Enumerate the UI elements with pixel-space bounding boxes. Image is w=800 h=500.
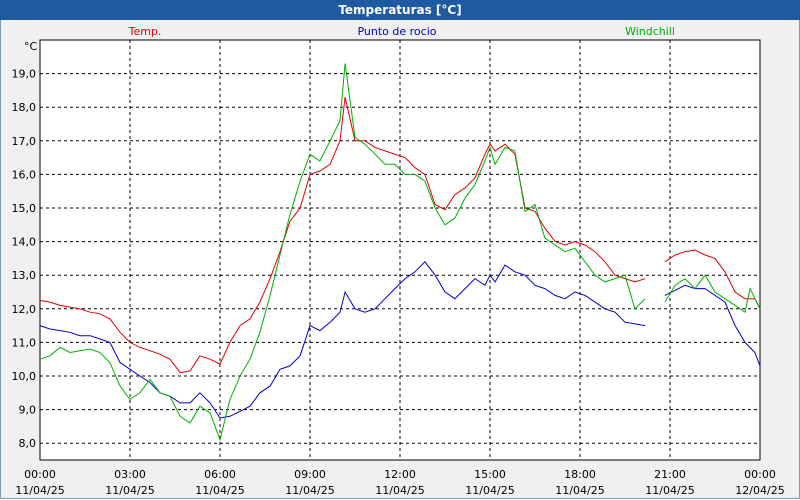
x-tick-time: 18:00 — [564, 468, 596, 481]
x-tick-date: 11/04/25 — [375, 484, 424, 497]
y-tick-label: 10,0 — [12, 370, 37, 383]
x-tick-time: 15:00 — [474, 468, 506, 481]
x-tick-date: 11/04/25 — [555, 484, 604, 497]
x-tick-time: 03:00 — [114, 468, 146, 481]
temperature-chart: 8,0 9,0 10,0 11,0 12,0 13,0 14,0 15,0 16,0 17,0 18… — [12, 25, 785, 497]
x-tick-time: 00:00 — [744, 468, 776, 481]
y-tick-label: 17,0 — [12, 135, 37, 148]
legend-entry: Punto de rocio — [357, 25, 436, 38]
y-axis-unit-label: °C — [24, 40, 38, 53]
x-axis: 00:00 11/04/25 03:00 11/04/25 06:00 11/04/25 0… — [15, 468, 784, 497]
x-tick-date: 12/04/25 — [735, 484, 784, 497]
x-tick-time: 09:00 — [294, 468, 326, 481]
x-tick-date: 11/04/25 — [465, 484, 514, 497]
y-tick-label: 9,0 — [19, 404, 37, 417]
legend-entry: Temp. — [128, 25, 162, 38]
x-tick-time: 12:00 — [384, 468, 416, 481]
y-tick-label: 18,0 — [12, 101, 37, 114]
x-tick-time: 21:00 — [654, 468, 686, 481]
y-tick-label: 11,0 — [12, 336, 37, 349]
y-tick-label: 16,0 — [12, 168, 37, 181]
legend: Temp. Punto de rocio Windchill — [128, 25, 675, 38]
x-tick-date: 11/04/25 — [195, 484, 244, 497]
x-tick-date: 11/04/25 — [285, 484, 334, 497]
y-tick-label: 12,0 — [12, 303, 37, 316]
x-tick-time: 00:00 — [24, 468, 56, 481]
y-axis: 8,0 9,0 10,0 11,0 12,0 13,0 14,0 15,0 16,0 17,0 18… — [12, 68, 37, 451]
y-tick-label: 8,0 — [19, 437, 37, 450]
y-tick-label: 19,0 — [12, 68, 37, 81]
x-tick-date: 11/04/25 — [105, 484, 154, 497]
y-tick-label: 15,0 — [12, 202, 37, 215]
y-tick-label: 13,0 — [12, 269, 37, 282]
x-tick-date: 11/04/25 — [15, 484, 64, 497]
x-tick-time: 06:00 — [204, 468, 236, 481]
y-tick-label: 14,0 — [12, 236, 37, 249]
x-tick-date: 11/04/25 — [645, 484, 694, 497]
legend-entry: Windchill — [625, 25, 675, 38]
